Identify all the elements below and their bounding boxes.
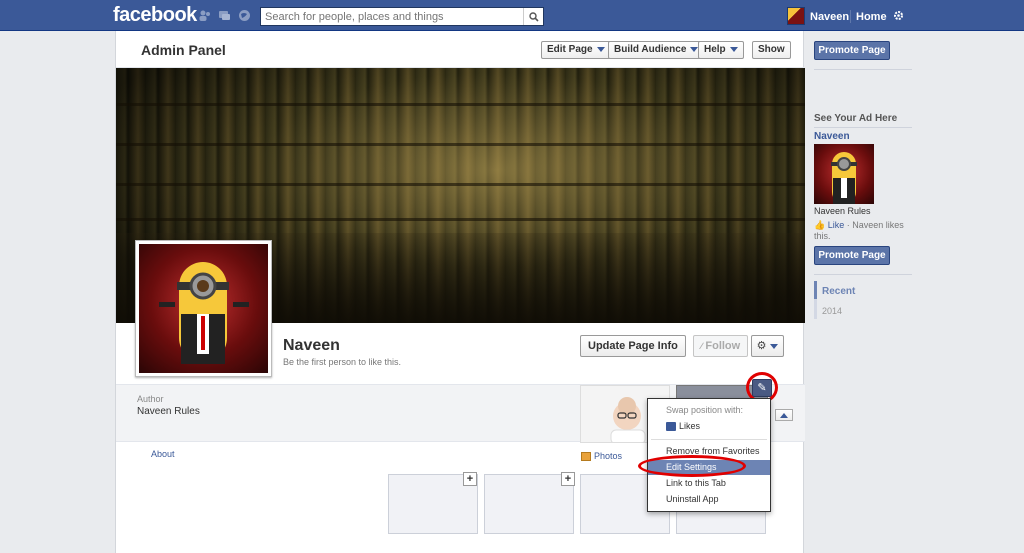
- timeline-year[interactable]: 2014: [822, 306, 842, 316]
- photos-icon: [581, 452, 591, 462]
- menu-divider: [651, 439, 767, 440]
- author-label: Author: [137, 394, 164, 404]
- timeline-recent[interactable]: Recent: [822, 286, 855, 297]
- update-page-info-button[interactable]: Update Page Info: [580, 335, 686, 357]
- likes-label: Likes: [679, 421, 701, 431]
- add-app-button[interactable]: +: [463, 472, 477, 486]
- see-your-ad-heading: See Your Ad Here: [814, 113, 898, 124]
- page-main-column: Admin Panel Edit Page Build Audience Hel…: [115, 31, 805, 553]
- profile-link[interactable]: Naveen: [810, 11, 849, 23]
- edit-page-button[interactable]: Edit Page: [541, 41, 611, 59]
- search-button[interactable]: [523, 8, 543, 25]
- chevron-up-icon: [780, 412, 788, 418]
- profile-picture[interactable]: [135, 240, 272, 377]
- photos-link[interactable]: Photos: [581, 451, 623, 462]
- thumbs-up-icon: 👍: [814, 220, 826, 230]
- messages-icon[interactable]: [218, 9, 231, 22]
- edit-page-label: Edit Page: [547, 44, 593, 55]
- cover-shelf-line: [116, 103, 805, 106]
- build-audience-label: Build Audience: [614, 44, 687, 55]
- likes-icon: [666, 422, 676, 432]
- rail-divider: [814, 274, 912, 275]
- promote-page-button-ad[interactable]: Promote Page: [814, 246, 890, 265]
- settings-gear-icon[interactable]: [893, 10, 904, 24]
- menu-item-uninstall-app[interactable]: Uninstall App: [648, 492, 770, 507]
- admin-panel-title: Admin Panel: [141, 42, 226, 58]
- follow-label: Follow: [705, 340, 741, 352]
- rss-icon: ∕: [700, 341, 703, 351]
- friend-requests-icon[interactable]: [198, 9, 211, 22]
- user-avatar[interactable]: [787, 7, 805, 25]
- show-button[interactable]: Show: [752, 41, 791, 59]
- cover-shelf-line: [116, 218, 805, 221]
- build-audience-button[interactable]: Build Audience: [608, 41, 705, 59]
- promote-page-button[interactable]: Promote Page: [814, 41, 890, 60]
- ad-text: Naveen Rules: [814, 206, 871, 216]
- facebook-logo[interactable]: facebook: [113, 4, 197, 27]
- menu-item-likes[interactable]: Likes: [648, 419, 770, 434]
- search-box[interactable]: [260, 7, 544, 26]
- right-rail: Promote Page See Your Ad Here Naveen Nav…: [812, 31, 912, 553]
- red-annotation-oval: [638, 455, 746, 477]
- notifications-globe-icon[interactable]: [238, 9, 251, 22]
- ad-page-name[interactable]: Naveen: [814, 131, 850, 142]
- ad-like-link[interactable]: Like: [828, 220, 845, 230]
- gear-icon: ⚙: [756, 340, 767, 352]
- home-link[interactable]: Home: [856, 11, 887, 23]
- timeline-active-marker: [814, 281, 817, 299]
- search-icon: [528, 11, 539, 22]
- collapse-button[interactable]: [775, 409, 793, 421]
- chevron-down-icon: [596, 46, 605, 52]
- rail-divider: [814, 127, 912, 128]
- menu-item-link-tab[interactable]: Link to this Tab: [648, 476, 770, 491]
- minion-image: [139, 244, 268, 373]
- timeline-scrubber: [814, 281, 817, 319]
- swap-position-heading: Swap position with:: [666, 405, 744, 415]
- chevron-down-icon: [729, 46, 738, 52]
- ad-like-line: 👍 Like · Naveen likes this.: [814, 220, 912, 242]
- page-options-button[interactable]: ⚙: [751, 335, 784, 357]
- rail-divider: [814, 69, 912, 70]
- page-title[interactable]: Naveen: [283, 337, 340, 355]
- nav-divider: [850, 10, 851, 23]
- author-value: Naveen Rules: [137, 406, 200, 417]
- add-app-button[interactable]: +: [561, 472, 575, 486]
- cover-shelf-line: [116, 143, 805, 146]
- top-bar: facebook Naveen Home: [0, 0, 1024, 31]
- ad-image[interactable]: [814, 144, 874, 204]
- chevron-down-icon: [770, 343, 779, 349]
- admin-panel-bar: Admin Panel Edit Page Build Audience Hel…: [116, 31, 805, 68]
- help-button[interactable]: Help: [698, 41, 744, 59]
- search-input[interactable]: [261, 8, 523, 25]
- like-prompt: Be the first person to like this.: [283, 357, 402, 367]
- follow-button[interactable]: ∕ Follow: [693, 335, 748, 357]
- cover-shelf-line: [116, 183, 805, 186]
- help-label: Help: [704, 44, 726, 55]
- photos-label: Photos: [594, 451, 623, 461]
- about-link[interactable]: About: [151, 449, 175, 459]
